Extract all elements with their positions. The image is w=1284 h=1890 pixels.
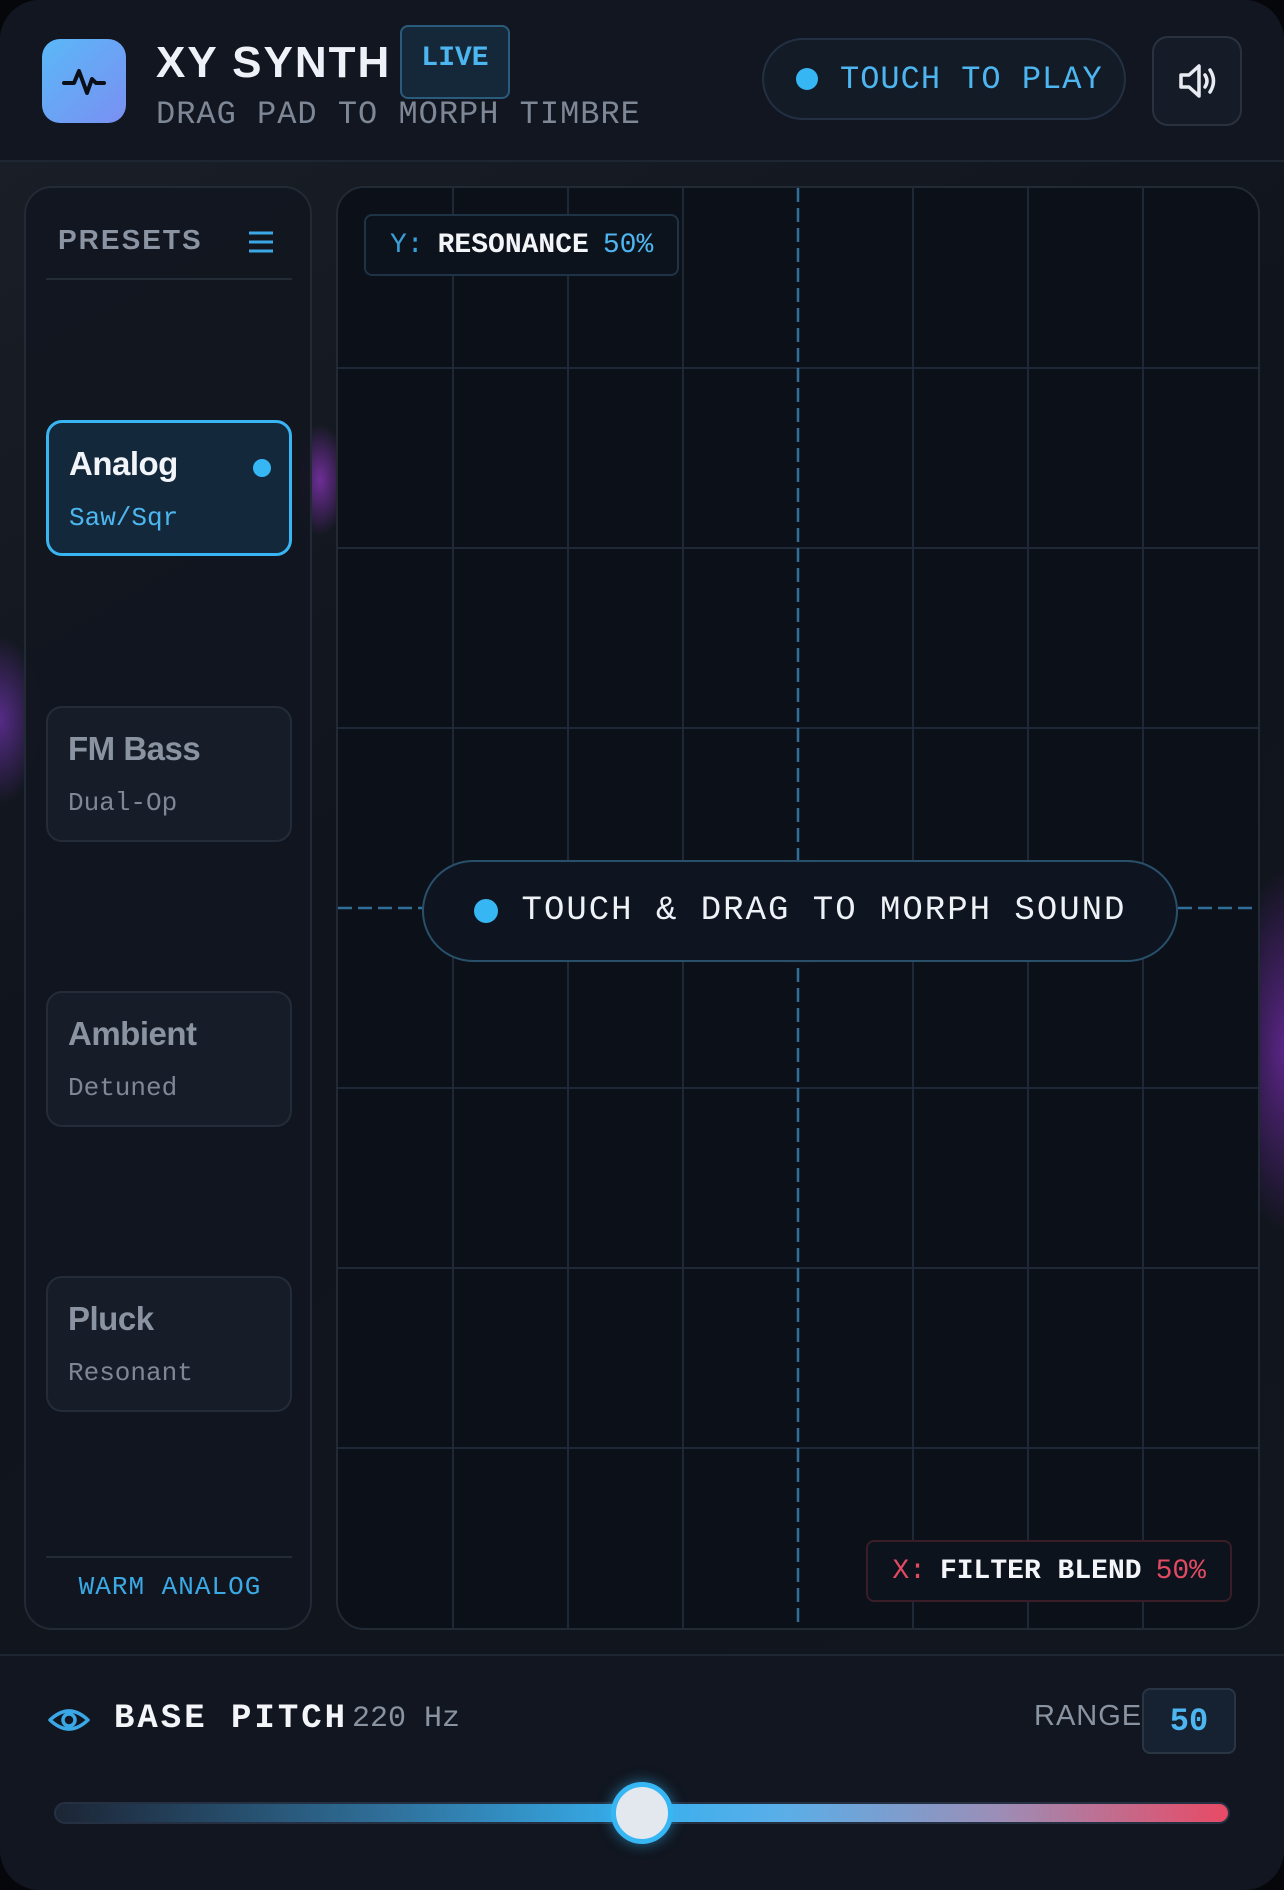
y-axis-label: Y: RESONANCE 50% [364, 214, 680, 276]
eye-icon[interactable] [48, 1704, 90, 1741]
preset-pluck[interactable]: Pluck Resonant [46, 1276, 292, 1412]
xy-synth-app: XY SYNTH LIVE DRAG PAD TO MORPH TIMBRE T… [0, 0, 1284, 1890]
speaker-icon [1179, 64, 1216, 98]
app-header: XY SYNTH LIVE DRAG PAD TO MORPH TIMBRE T… [0, 0, 1284, 162]
preset-name: Ambient [68, 1015, 197, 1052]
active-indicator-icon [253, 459, 271, 477]
app-title: XY SYNTH [156, 38, 392, 87]
touch-to-play-button[interactable]: TOUCH TO PLAY [762, 38, 1126, 120]
sound-toggle-button[interactable] [1152, 36, 1242, 126]
x-axis-letter: X: [892, 1555, 926, 1587]
base-pitch-value: 220 Hz [352, 1702, 461, 1736]
preset-fm-bass[interactable]: FM Bass Dual-Op [46, 706, 292, 842]
pad-hint: TOUCH & DRAG TO MORPH SOUND [422, 860, 1178, 962]
preset-name: Analog [69, 445, 178, 482]
range-label: RANGE [1034, 1700, 1143, 1732]
y-axis-value: 50% [602, 229, 654, 261]
range-value-field[interactable]: 50 [1142, 1688, 1236, 1754]
presets-panel: PRESETS Analog Saw/Sqr FM Bass Dual-Op A… [24, 186, 312, 1630]
preset-ambient[interactable]: Ambient Detuned [46, 991, 292, 1127]
xy-pad[interactable]: Y: RESONANCE 50% TOUCH & DRAG TO MORPH S… [336, 186, 1260, 1630]
pulse-icon [42, 39, 126, 123]
preset-name: FM Bass [68, 730, 201, 767]
pitch-control-bar: BASE PITCH 220 Hz RANGE 50 [0, 1654, 1284, 1890]
preset-subtitle: Resonant [68, 1358, 193, 1388]
app-subtitle: DRAG PAD TO MORPH TIMBRE [156, 96, 641, 133]
preset-subtitle: Saw/Sqr [69, 503, 179, 533]
x-axis-name: FILTER BLEND [939, 1555, 1142, 1587]
live-badge: LIVE [400, 25, 510, 99]
pitch-slider-thumb[interactable] [611, 1782, 673, 1844]
preset-subtitle: Detuned [68, 1073, 178, 1103]
x-axis-label: X: FILTER BLEND 50% [866, 1540, 1232, 1602]
x-axis-value: 50% [1155, 1555, 1206, 1587]
touch-to-play-label: TOUCH TO PLAY [840, 60, 1103, 98]
pad-hint-text: TOUCH & DRAG TO MORPH SOUND [521, 892, 1127, 930]
preset-subtitle: Dual-Op [68, 788, 178, 818]
status-dot-icon [796, 68, 818, 90]
hint-dot-icon [473, 899, 498, 923]
base-pitch-label: BASE PITCH [114, 1700, 349, 1738]
menu-icon[interactable] [248, 230, 274, 259]
presets-title: PRESETS [58, 224, 203, 255]
presets-footer-divider [46, 1556, 292, 1558]
preset-analog[interactable]: Analog Saw/Sqr [46, 420, 292, 556]
current-preset-label: WARM ANALOG [78, 1572, 262, 1602]
preset-name: Pluck [68, 1300, 154, 1337]
presets-divider [46, 278, 292, 280]
y-axis-letter: Y: [390, 229, 424, 261]
y-axis-name: RESONANCE [437, 229, 589, 261]
